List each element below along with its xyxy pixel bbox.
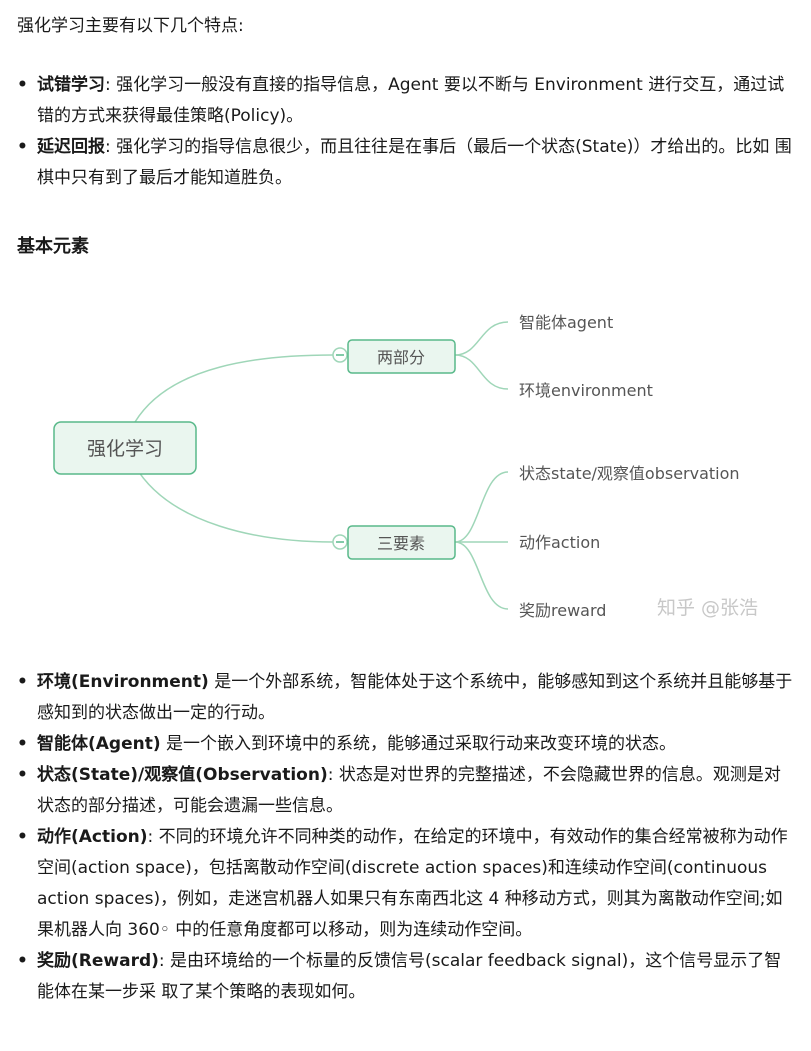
connector-top-leaf2	[454, 354, 509, 390]
connector-top-leaf1	[454, 321, 509, 356]
item-desc: : 强化学习的指导信息很少，而且往往是在事后（最后一个状态(State)）才给出…	[37, 137, 792, 188]
item-term: 试错学习	[37, 75, 105, 95]
list-item: • 试错学习: 强化学习一般没有直接的指导信息，Agent 要以不断与 Envi…	[0, 70, 795, 132]
item-term: 动作(Action)	[37, 827, 148, 847]
list-item: • 动作(Action): 不同的环境允许不同种类的动作，在给定的环境中，有效动…	[0, 822, 795, 946]
list-item: • 奖励(Reward): 是由环境给的一个标量的反馈信号(scalar fee…	[0, 946, 795, 1008]
bullet: •	[17, 827, 28, 847]
watermark: 知乎 @张浩	[657, 597, 758, 619]
connector-bottom-leaf3	[454, 541, 509, 610]
item-term: 智能体(Agent)	[37, 734, 161, 754]
item-desc: : 不同的环境允许不同种类的动作，在给定的环境中，有效动作的集合经常被称为动作空…	[37, 827, 788, 940]
bullet: •	[17, 75, 28, 95]
item-term: 状态(State)/观察值(Observation)	[37, 765, 328, 785]
branch-node-bottom-label: 三要素	[377, 534, 425, 553]
item-term: 延迟回报	[37, 137, 105, 157]
connector-root-top	[134, 354, 334, 423]
item-term: 奖励(Reward)	[37, 951, 159, 971]
leaf-label: 状态state/观察值observation	[519, 464, 740, 483]
list-item: • 延迟回报: 强化学习的指导信息很少，而且往往是在事后（最后一个状态(Stat…	[0, 132, 795, 194]
elements-list: • 环境(Environment) 是一个外部系统，智能体处于这个系统中，能够感…	[0, 667, 795, 1008]
leaf-label: 环境environment	[519, 381, 653, 400]
intro-text: 强化学习主要有以下几个特点:	[17, 16, 244, 36]
list-item: • 智能体(Agent) 是一个嵌入到环境中的系统，能够通过采取行动来改变环境的…	[0, 729, 795, 760]
leaf-label: 奖励reward	[519, 601, 606, 620]
mindmap-diagram: 强化学习 两部分 三要素 智能体agent 环境environment 状态st…	[53, 313, 758, 620]
root-node-label: 强化学习	[87, 438, 163, 460]
item-term: 环境(Environment)	[37, 672, 209, 692]
branch-node-top-label: 两部分	[377, 348, 425, 367]
item-desc: : 强化学习一般没有直接的指导信息，Agent 要以不断与 Environmen…	[37, 75, 785, 126]
leaf-label: 智能体agent	[519, 313, 613, 332]
connector-bottom-leaf1	[454, 471, 509, 543]
section-heading: 基本元素	[17, 236, 89, 257]
list-item: • 环境(Environment) 是一个外部系统，智能体处于这个系统中，能够感…	[0, 667, 795, 729]
connector-root-bottom	[134, 465, 334, 543]
bullet: •	[17, 765, 28, 785]
bullet: •	[17, 951, 28, 971]
bullet: •	[17, 734, 28, 754]
item-desc: 是一个嵌入到环境中的系统，能够通过采取行动来改变环境的状态。	[160, 734, 677, 754]
features-list: • 试错学习: 强化学习一般没有直接的指导信息，Agent 要以不断与 Envi…	[0, 70, 795, 194]
bullet: •	[17, 672, 28, 692]
bullet: •	[17, 137, 28, 157]
leaf-label: 动作action	[519, 533, 600, 552]
list-item: • 状态(State)/观察值(Observation): 状态是对世界的完整描…	[0, 760, 795, 822]
